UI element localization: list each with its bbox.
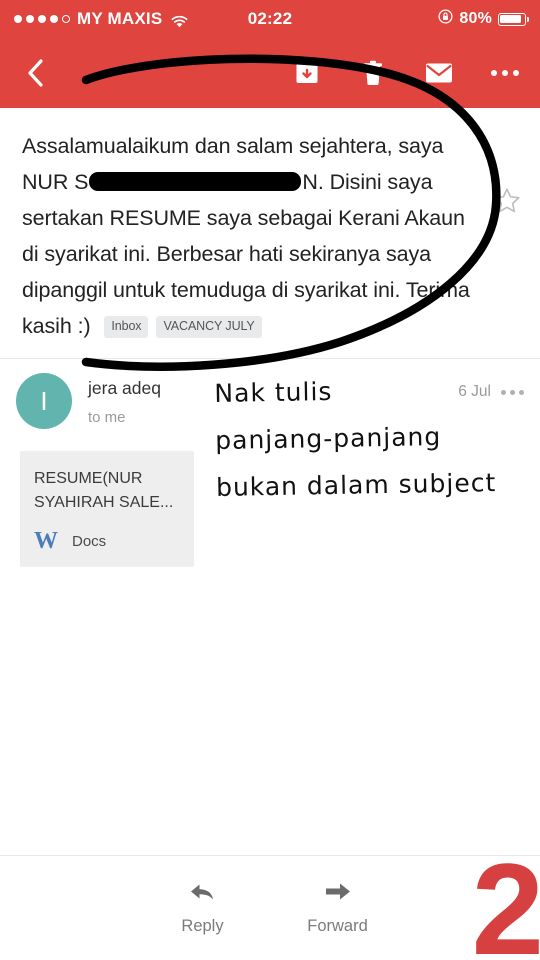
- message-overflow-button[interactable]: [501, 389, 524, 395]
- reply-label: Reply: [181, 917, 224, 935]
- mark-unread-button[interactable]: [422, 56, 456, 90]
- bottom-action-bar: Reply Forward 2: [0, 844, 540, 960]
- attachment-area: RESUME(NUR SYAHIRAH SALE... W Docs: [0, 429, 540, 567]
- subject-text: Assalamualaikum dan salam sejahtera, say…: [22, 128, 478, 344]
- word-docs-icon: W: [34, 528, 58, 554]
- star-outline-icon: [494, 188, 520, 213]
- reply-button[interactable]: Reply: [135, 880, 270, 936]
- attachment-card[interactable]: RESUME(NUR SYAHIRAH SALE... W Docs: [20, 451, 194, 567]
- signal-strength-icon: [14, 15, 70, 23]
- subject-text-part2: N. Disini saya sertakan RESUME saya seba…: [22, 170, 470, 338]
- more-options-icon: [490, 69, 520, 77]
- status-bar-left: MY MAXIS: [14, 9, 188, 29]
- delete-button[interactable]: [356, 56, 390, 90]
- redaction-bar: [89, 172, 302, 191]
- back-button[interactable]: [18, 56, 52, 90]
- battery-icon: [498, 12, 529, 26]
- overlay-number: 2: [471, 836, 540, 960]
- battery-percent-label: 80%: [459, 10, 492, 27]
- message-date: 6 Jul: [458, 383, 491, 400]
- recipient-label[interactable]: to me: [88, 409, 161, 426]
- subject-block: Assalamualaikum dan salam sejahtera, say…: [0, 108, 540, 352]
- email-detail-screen: MY MAXIS 02:22 80% Assalamualaikum dan s…: [0, 0, 540, 960]
- status-bar: MY MAXIS 02:22 80%: [0, 0, 540, 38]
- sender-row: I jera adeq to me 6 Jul: [0, 359, 540, 429]
- carrier-label: MY MAXIS: [77, 9, 163, 28]
- wifi-icon: [171, 13, 188, 27]
- message-content: Assalamualaikum dan salam sejahtera, say…: [0, 108, 540, 960]
- reply-arrow-icon: [190, 884, 213, 900]
- app-toolbar: [0, 38, 540, 108]
- trash-icon: [364, 60, 382, 85]
- attachment-filename: RESUME(NUR SYAHIRAH SALE...: [34, 470, 174, 511]
- sender-row-right: 6 Jul: [458, 373, 524, 401]
- status-bar-right: 80%: [438, 9, 529, 29]
- toolbar-overflow-button[interactable]: [488, 56, 522, 90]
- attachment-footer: W Docs: [34, 529, 180, 553]
- star-button[interactable]: [492, 186, 524, 218]
- forward-arrow-icon: [325, 883, 350, 900]
- label-chip-vacancy[interactable]: VACANCY JULY: [156, 316, 262, 338]
- toolbar-actions: [290, 56, 522, 90]
- rotation-lock-icon: [438, 9, 453, 29]
- sender-name[interactable]: jera adeq: [88, 378, 161, 399]
- forward-button[interactable]: Forward: [270, 880, 405, 936]
- back-chevron-icon: [28, 59, 43, 87]
- forward-label: Forward: [307, 917, 368, 935]
- archive-button[interactable]: [290, 56, 324, 90]
- envelope-icon: [426, 63, 452, 83]
- attachment-type-label: Docs: [72, 532, 107, 550]
- avatar: I: [16, 373, 72, 429]
- label-chip-inbox[interactable]: Inbox: [104, 316, 149, 338]
- archive-icon: [296, 63, 318, 83]
- label-chips: Inbox VACANCY JULY: [104, 316, 262, 338]
- sender-meta: jera adeq to me: [88, 373, 161, 426]
